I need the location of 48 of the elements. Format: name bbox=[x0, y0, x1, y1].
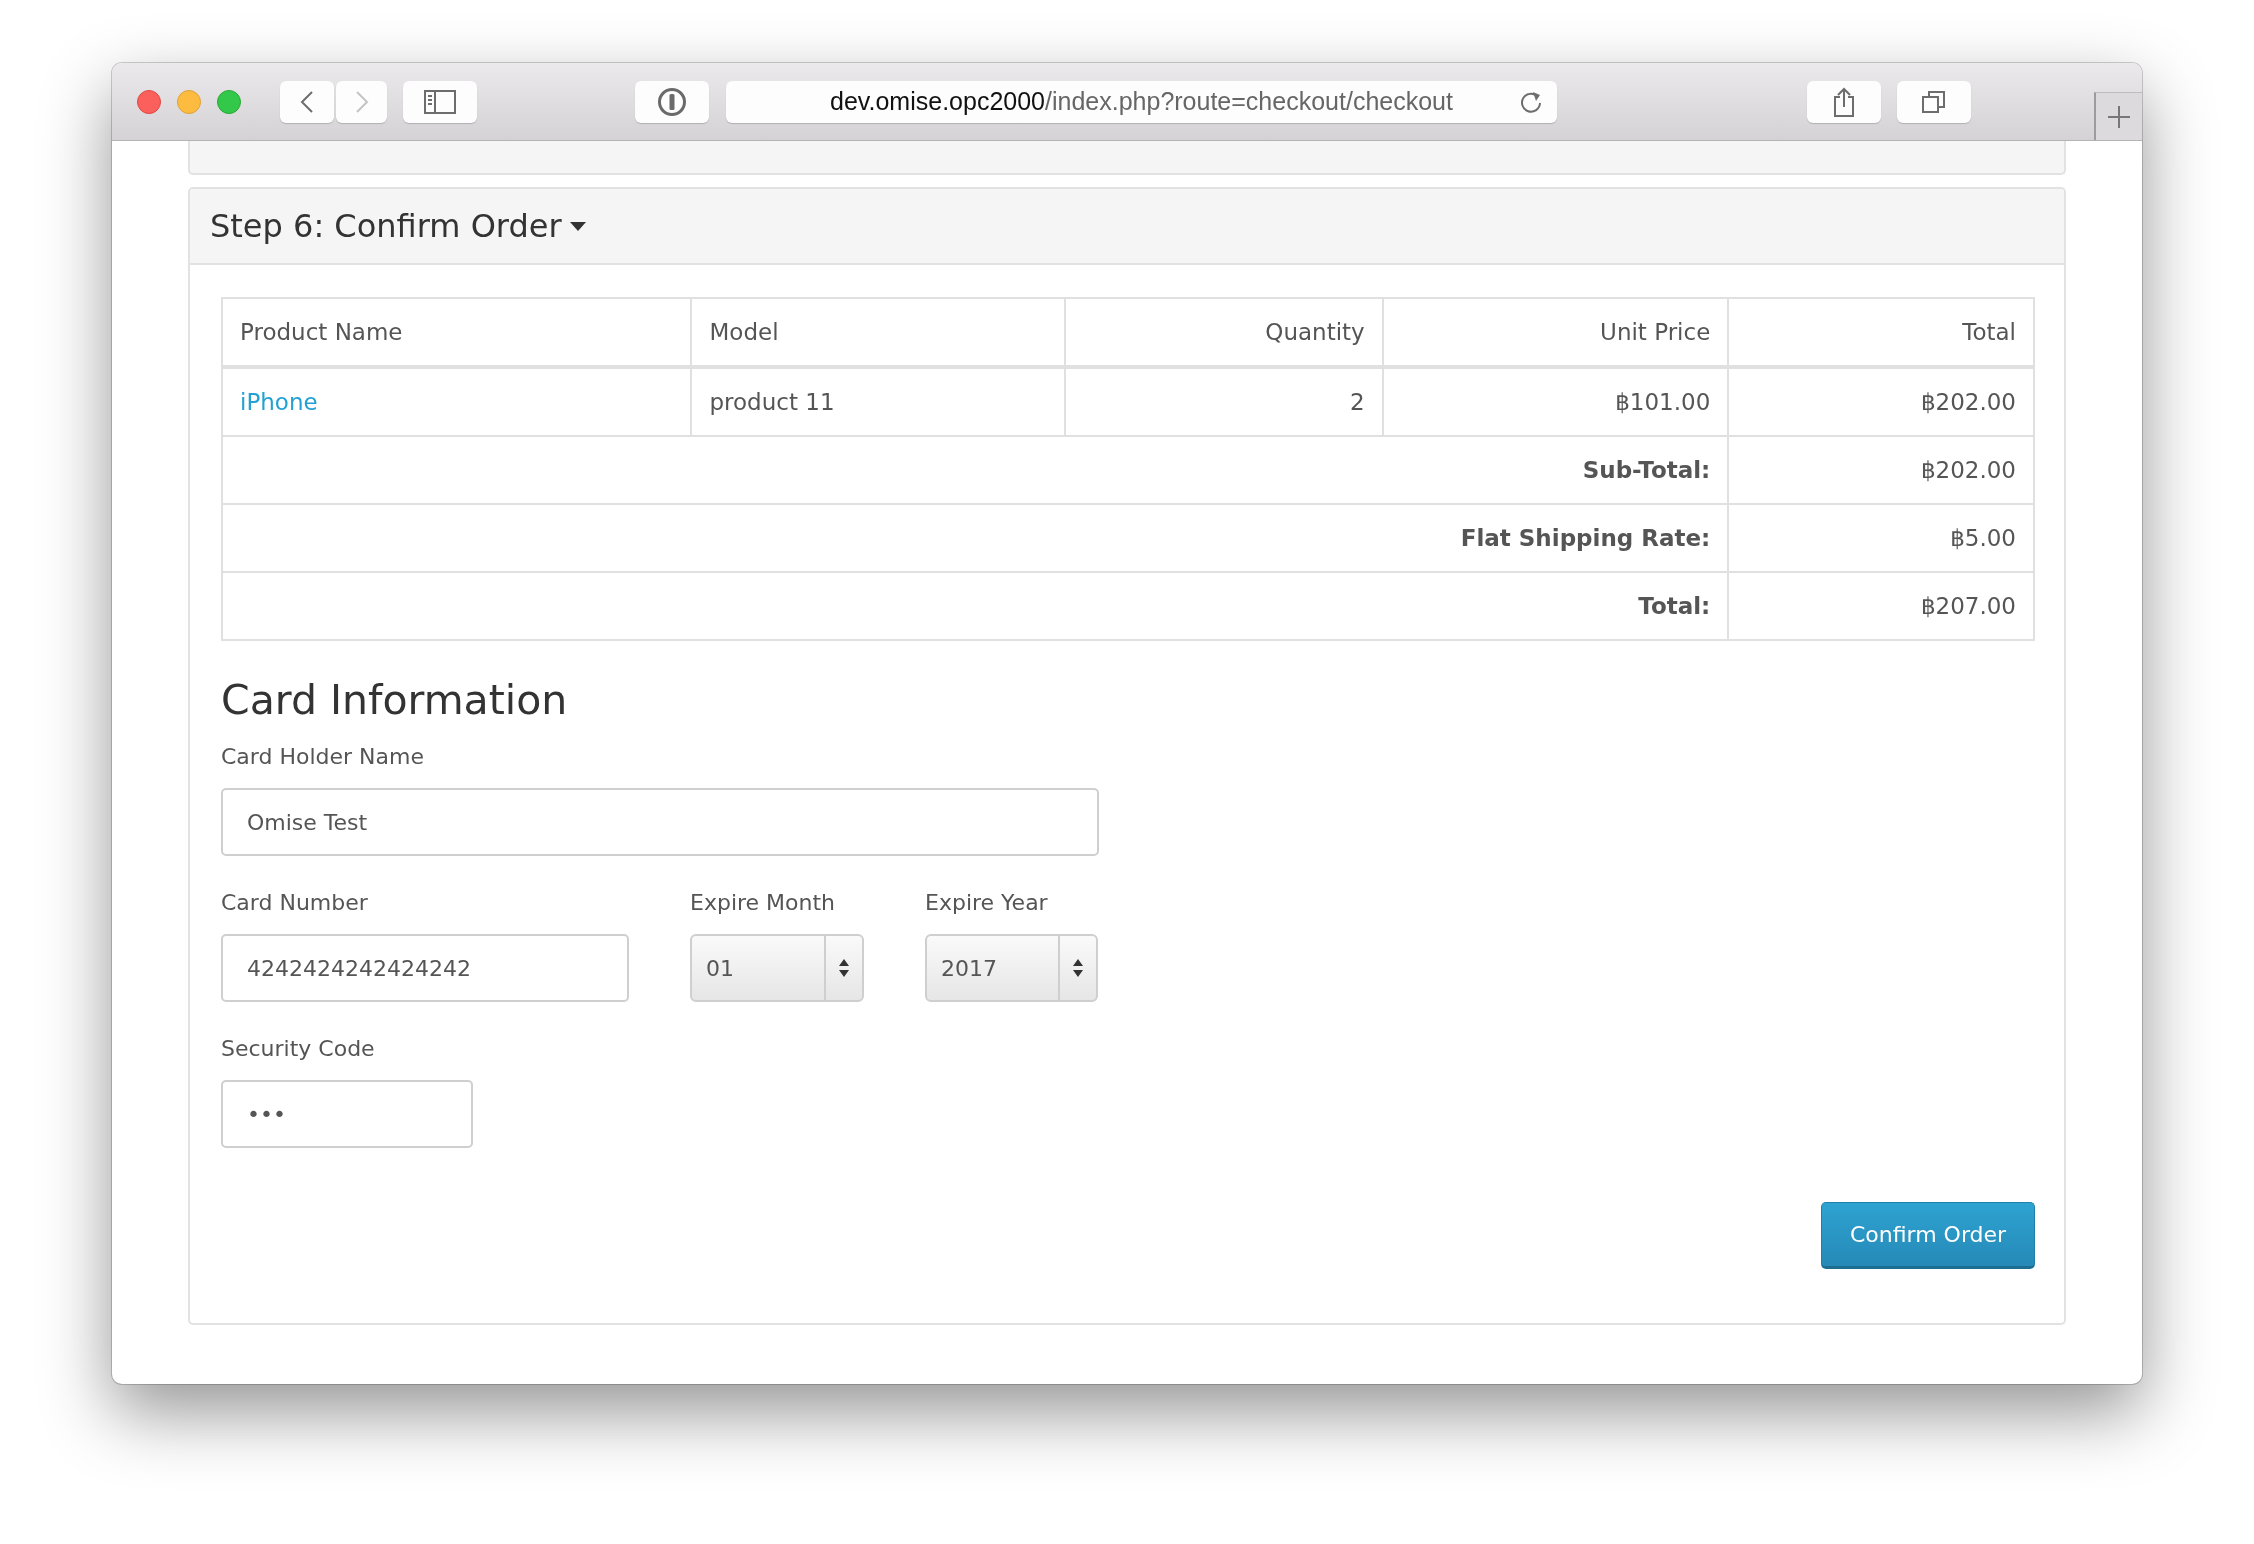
url-text: dev.omise.opc2000/index.php?route=checkout/checkout bbox=[830, 87, 1453, 116]
sidebar-button[interactable] bbox=[403, 80, 477, 123]
share-icon bbox=[1833, 86, 1855, 117]
input-field[interactable]: ••• bbox=[221, 1080, 473, 1148]
step-title[interactable]: Step 6: Confirm Order bbox=[210, 207, 562, 245]
column-header: Total bbox=[1728, 298, 2034, 367]
new-tab-button[interactable] bbox=[2094, 92, 2142, 140]
close-button[interactable] bbox=[137, 89, 161, 114]
table-cell: product 11 bbox=[691, 367, 1066, 436]
keyhole-icon bbox=[657, 86, 687, 117]
table-cell: ฿101.00 bbox=[1382, 367, 1729, 436]
zoom-button[interactable] bbox=[217, 89, 241, 114]
tabs-icon bbox=[1922, 89, 1946, 114]
table-cell: ฿5.00 bbox=[1728, 504, 2034, 572]
column-header: Product Name bbox=[222, 298, 692, 367]
total-label: Sub-Total: bbox=[222, 436, 1729, 504]
password-manager-button[interactable] bbox=[635, 80, 709, 123]
total-label: Total: bbox=[222, 572, 1729, 640]
field-label: Expire Month bbox=[690, 889, 837, 917]
select-field[interactable]: 2017 bbox=[925, 934, 1098, 1002]
table-cell: 2 bbox=[1065, 367, 1383, 436]
share-button[interactable] bbox=[1807, 80, 1881, 123]
field-label: Card Holder Name bbox=[221, 743, 426, 771]
address-bar[interactable]: dev.omise.opc2000/index.php?route=checkout/checkout bbox=[726, 80, 1557, 123]
caret-icon bbox=[569, 221, 586, 231]
field-label: Card Number bbox=[221, 889, 369, 917]
column-header: Unit Price bbox=[1382, 298, 1729, 367]
sidebar-icon bbox=[424, 89, 456, 114]
chevron-left-icon bbox=[300, 89, 314, 114]
reload-icon[interactable] bbox=[1519, 89, 1543, 114]
total-label: Flat Shipping Rate: bbox=[222, 504, 1729, 572]
chevron-right-icon bbox=[354, 89, 369, 114]
select-field[interactable]: 01 bbox=[690, 934, 864, 1002]
table-cell: ฿207.00 bbox=[1728, 572, 2034, 640]
plus-icon bbox=[2108, 105, 2130, 128]
section-heading: Card Information bbox=[221, 675, 569, 726]
up-down-arrow-icon bbox=[839, 958, 849, 978]
input-field[interactable]: 4242424242424242 bbox=[221, 934, 629, 1002]
up-down-arrow-icon bbox=[1073, 958, 1083, 978]
field-label: Security Code bbox=[221, 1035, 376, 1063]
column-header: Model bbox=[691, 298, 1066, 367]
back-button[interactable] bbox=[280, 80, 334, 123]
table-cell: ฿202.00 bbox=[1728, 436, 2034, 504]
field-label: Expire Year bbox=[925, 889, 1049, 917]
tabs-button[interactable] bbox=[1897, 80, 1971, 123]
column-header: Quantity bbox=[1065, 298, 1383, 367]
table-cell: ฿202.00 bbox=[1728, 367, 2034, 436]
input-field[interactable]: Omise Test bbox=[221, 788, 1099, 856]
